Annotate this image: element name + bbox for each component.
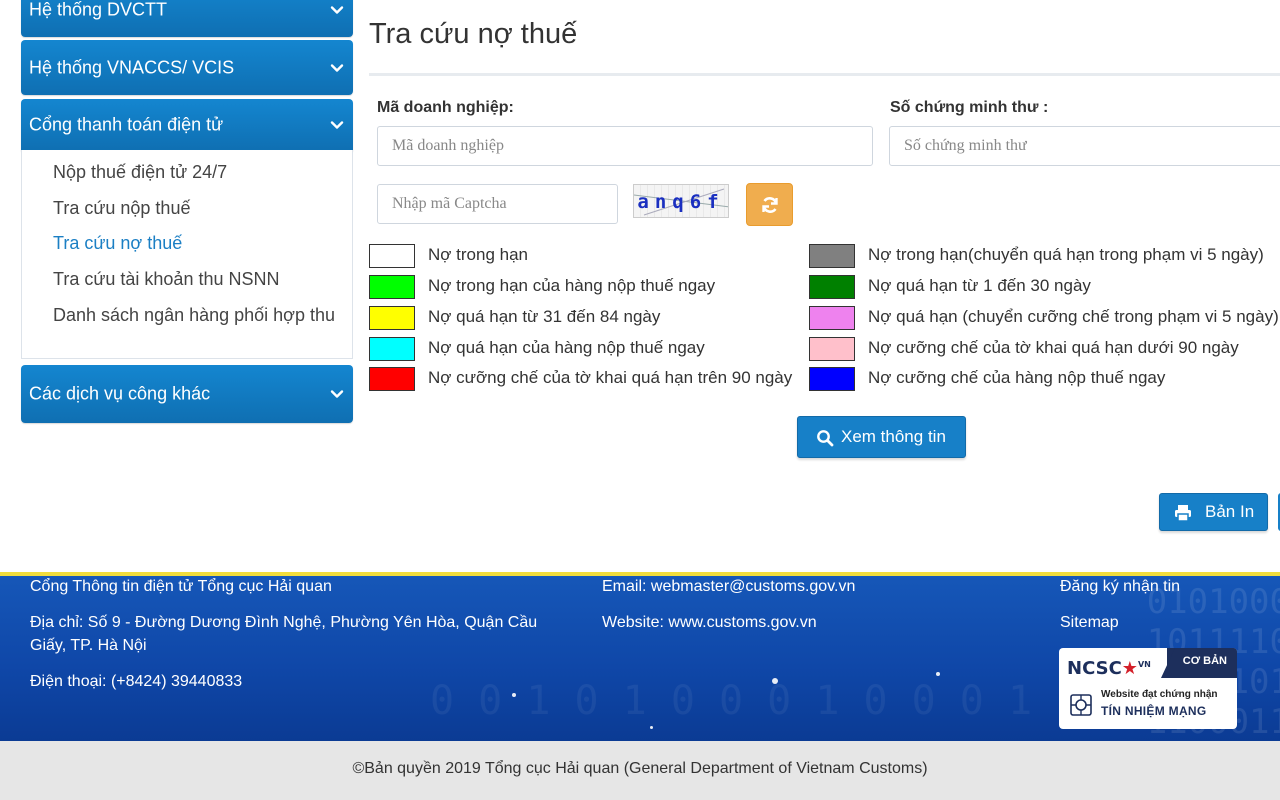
footer-website[interactable]: Website: www.customs.gov.vn: [602, 611, 817, 634]
id-number-label: Số chứng minh thư :: [890, 99, 1049, 116]
legend-label: Nợ cưỡng chế của tờ khai quá hạn dưới 90…: [868, 338, 1239, 357]
footer-address: Địa chỉ: Số 9 - Đường Dương Đình Nghệ, P…: [30, 614, 538, 654]
print-label: Bản In: [1205, 502, 1255, 521]
legend-label: Nợ quá hạn từ 31 đến 84 ngày: [428, 307, 661, 326]
badge-level: CƠ BẢN: [1182, 655, 1227, 667]
legend-swatch: [809, 275, 855, 299]
legend-swatch: [369, 306, 415, 330]
nav-group-label: Các dịch vụ công khác: [29, 383, 211, 404]
legend-label: Nợ quá hạn từ 1 đến 30 ngày: [868, 276, 1091, 295]
copyright-text: ©Bản quyền 2019 Tổng cục Hải quan (Gener…: [352, 760, 928, 777]
star-icon: ★: [1121, 658, 1138, 679]
nav-group-other-services[interactable]: Các dịch vụ công khác: [21, 365, 353, 423]
sidebar-item-bank-list[interactable]: Danh sách ngân hàng phối hợp thu: [53, 304, 338, 327]
legend-label: Nợ quá hạn của hàng nộp thuế ngay: [428, 338, 705, 357]
nav-submenu: Nộp thuế điện tử 24/7 Tra cứu nộp thuế T…: [21, 150, 353, 359]
ncsc-logo-sup: VN: [1137, 660, 1151, 669]
view-info-label: Xem thông tin: [841, 427, 946, 446]
legend-swatch: [369, 244, 415, 268]
nav-group-label: Hệ thống VNACCS/ VCIS: [29, 57, 235, 77]
captcha-code: anq6f: [637, 191, 725, 213]
footer-email[interactable]: Email: webmaster@customs.gov.vn: [602, 575, 855, 598]
footer-phone: Điện thoại: (+8424) 39440833: [30, 673, 243, 690]
footer-decoration: [936, 672, 940, 676]
footer-org-name: Cổng Thông tin điện tử Tổng cục Hải quan: [30, 578, 332, 595]
search-icon: [817, 430, 834, 447]
company-code-label: Mã doanh nghiệp:: [377, 99, 514, 116]
legend-swatch: [809, 367, 855, 391]
legend-swatch: [369, 275, 415, 299]
divider: [369, 73, 1280, 76]
company-code-input[interactable]: [377, 126, 873, 166]
legend-swatch: [369, 337, 415, 361]
legend-label: Nợ cưỡng chế của hàng nộp thuế ngay: [868, 368, 1166, 387]
legend-label: Nợ cưỡng chế của tờ khai quá hạn trên 90…: [428, 368, 793, 387]
sidebar-item-e-tax[interactable]: Nộp thuế điện tử 24/7: [53, 161, 338, 184]
print-button[interactable]: Bản In: [1159, 493, 1268, 531]
footer-decoration: 0 0 1 0 1 0 0 0 1 0 0 0 1 1: [430, 678, 1081, 724]
ncsc-logo: NCSC★VN: [1067, 658, 1151, 679]
copyright-bar: ©Bản quyền 2019 Tổng cục Hải quan (Gener…: [0, 741, 1280, 800]
nav-group-vnaccs[interactable]: Hệ thống VNACCS/ VCIS: [21, 40, 353, 95]
chevron-down-icon: [330, 5, 344, 14]
nav-group-label: Cổng thanh toán điện tử: [29, 114, 224, 135]
chevron-down-icon: [330, 121, 344, 129]
footer-decoration: [650, 726, 653, 729]
legend-swatch: [369, 367, 415, 391]
nav-group-dvctt[interactable]: Hệ thống DVCTT: [21, 0, 353, 37]
legend-swatch: [809, 244, 855, 268]
ncsc-trust-badge[interactable]: CƠ BẢN NCSC★VN Website đạt chứng nhận TÍ…: [1059, 648, 1237, 729]
badge-line-2: TÍN NHIỆM MẠNG: [1101, 704, 1207, 718]
legend-swatch: [809, 337, 855, 361]
refresh-icon: [762, 197, 778, 213]
id-number-input[interactable]: [889, 126, 1280, 166]
chevron-down-icon: [330, 390, 344, 398]
legend-label: Nợ trong hạn của hàng nộp thuế ngay: [428, 276, 716, 295]
legend-swatch: [809, 306, 855, 330]
badge-line-1: Website đạt chứng nhận: [1101, 689, 1218, 700]
footer-decoration: [772, 678, 778, 684]
nav-group-payment[interactable]: Cổng thanh toán điện tử: [21, 99, 353, 151]
sidebar-item-debt-lookup[interactable]: Tra cứu nợ thuế: [53, 232, 338, 255]
chevron-down-icon: [330, 63, 344, 72]
refresh-captcha-button[interactable]: [746, 183, 793, 226]
captcha-image: anq6f: [633, 184, 729, 218]
gear-icon: [1070, 694, 1092, 716]
sidebar-item-payment-lookup[interactable]: Tra cứu nộp thuế: [53, 197, 338, 220]
nav-group-label: Hệ thống DVCTT: [29, 0, 168, 19]
page-title: Tra cứu nợ thuế: [369, 18, 578, 50]
footer-sitemap-link[interactable]: Sitemap: [1060, 611, 1119, 634]
view-info-button[interactable]: Xem thông tin: [797, 416, 966, 458]
sidebar-item-nsnn-account[interactable]: Tra cứu tài khoản thu NSNN: [53, 268, 338, 291]
legend-label: Nợ trong hạn: [428, 245, 528, 264]
legend-label: Nợ quá hạn (chuyển cưỡng chế trong phạm …: [868, 307, 1279, 326]
footer-decoration: [512, 693, 516, 697]
captcha-input[interactable]: [377, 184, 618, 224]
legend-label: Nợ trong hạn(chuyển quá hạn trong phạm v…: [868, 245, 1264, 264]
footer-subscribe-link[interactable]: Đăng ký nhận tin: [1060, 575, 1180, 598]
print-icon: [1175, 505, 1191, 522]
ncsc-logo-text: NCSC: [1067, 658, 1122, 679]
